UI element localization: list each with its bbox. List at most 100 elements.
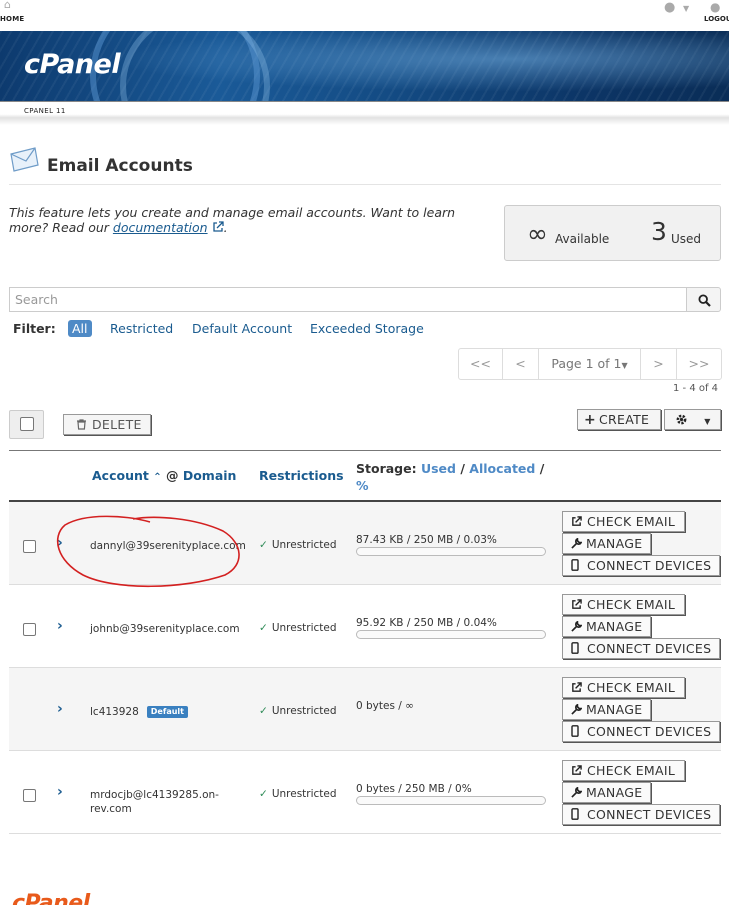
- account-name: johnb@39serenityplace.com: [90, 622, 240, 636]
- at-sign: @: [165, 468, 179, 483]
- sort-percent[interactable]: %: [356, 478, 369, 493]
- restrictions-header[interactable]: Restrictions: [259, 468, 344, 483]
- row-checkbox[interactable]: [23, 789, 36, 802]
- connect-devices-button[interactable]: CONNECT DEVICES: [562, 638, 720, 659]
- check-email-button[interactable]: CHECK EMAIL: [562, 677, 685, 698]
- manage-label: MANAGE: [586, 619, 643, 634]
- separator: /: [539, 461, 545, 476]
- house-icon[interactable]: ⌂: [4, 0, 16, 10]
- table-row: › lc413928 Default ✓ Unrestricted 0 bytes / ∞…: [9, 668, 721, 751]
- restriction-text: Unrestricted: [271, 705, 337, 717]
- storage-progress-bar: [356, 630, 546, 639]
- row-checkbox[interactable]: [23, 540, 36, 553]
- documentation-link[interactable]: documentation: [113, 220, 208, 235]
- table-row: › mrdocjb@lc4139285.on-rev.com ✓ Unrestrict…: [9, 751, 721, 834]
- used-value: 3: [651, 217, 667, 246]
- home-link[interactable]: HOME: [0, 15, 24, 23]
- manage-label: MANAGE: [586, 702, 643, 717]
- table-row: › johnb@39serenityplace.com ✓ Unrestricted 9…: [9, 585, 721, 668]
- intro-body: This feature lets you create and manage …: [9, 205, 456, 235]
- manage-label: MANAGE: [586, 785, 643, 800]
- connect-devices-label: CONNECT DEVICES: [587, 558, 712, 573]
- filter-exceeded-storage[interactable]: Exceeded Storage: [310, 321, 424, 336]
- manage-button[interactable]: MANAGE: [562, 699, 651, 720]
- account-text: lc413928: [90, 706, 139, 718]
- caret-down-icon: ▼: [621, 361, 628, 370]
- sort-allocated[interactable]: Allocated: [469, 461, 535, 476]
- manage-button[interactable]: MANAGE: [562, 782, 651, 803]
- available-value: ∞: [527, 219, 548, 248]
- logout-icon[interactable]: ●: [710, 0, 720, 14]
- expand-chevron-icon[interactable]: ›: [57, 701, 63, 717]
- check-email-label: CHECK EMAIL: [587, 763, 676, 778]
- logout-link[interactable]: LOGOU: [704, 15, 729, 23]
- manage-button[interactable]: MANAGE: [562, 616, 651, 637]
- select-all-checkbox[interactable]: [9, 410, 44, 439]
- mobile-device-icon: [571, 725, 579, 737]
- sort-used[interactable]: Used: [421, 461, 456, 476]
- first-page-button[interactable]: <<: [459, 349, 503, 379]
- chevron-down-icon[interactable]: ▼: [683, 4, 689, 13]
- header-banner: cPanel: [0, 31, 729, 101]
- check-email-button[interactable]: CHECK EMAIL: [562, 511, 685, 532]
- storage-text: 0 bytes / ∞: [356, 700, 414, 712]
- version-bar: CPANEL 11: [0, 101, 729, 125]
- check-email-label: CHECK EMAIL: [587, 680, 676, 695]
- row-checkbox[interactable]: [23, 623, 36, 636]
- check-icon: ✓: [259, 539, 268, 551]
- delete-label: DELETE: [92, 417, 142, 432]
- storage-text: 0 bytes / 250 MB / 0%: [356, 783, 472, 795]
- envelope-icon: [10, 147, 39, 172]
- check-email-button[interactable]: CHECK EMAIL: [562, 760, 685, 781]
- check-email-label: CHECK EMAIL: [587, 514, 676, 529]
- restriction-status: ✓ Unrestricted: [259, 788, 337, 800]
- checkbox[interactable]: [20, 417, 34, 431]
- connect-devices-button[interactable]: CONNECT DEVICES: [562, 804, 720, 825]
- mobile-device-icon: [571, 559, 579, 571]
- delete-button[interactable]: DELETE: [63, 414, 151, 435]
- gear-icon: [676, 414, 687, 425]
- wrench-icon: [571, 537, 583, 549]
- default-badge: Default: [146, 706, 188, 718]
- caret-down-icon: ▼: [704, 417, 711, 426]
- expand-chevron-icon[interactable]: ›: [57, 784, 63, 800]
- create-button[interactable]: + CREATE: [577, 409, 661, 430]
- filter-default-account[interactable]: Default Account: [192, 321, 292, 336]
- create-label: CREATE: [599, 412, 650, 427]
- connect-devices-button[interactable]: CONNECT DEVICES: [562, 721, 720, 742]
- search-input[interactable]: [9, 287, 687, 312]
- mobile-device-icon: [571, 642, 579, 654]
- next-page-button[interactable]: >: [641, 349, 677, 379]
- annotation-circle: [56, 515, 240, 588]
- page-select[interactable]: Page 1 of 1▼: [539, 349, 641, 379]
- pagination: << < Page 1 of 1▼ > >>: [458, 348, 722, 380]
- settings-menu-button[interactable]: ▼: [664, 409, 721, 430]
- prev-page-button[interactable]: <: [503, 349, 539, 379]
- connect-devices-label: CONNECT DEVICES: [587, 807, 712, 822]
- intro-end: .: [223, 220, 228, 235]
- external-link-icon: [572, 765, 582, 775]
- restriction-text: Unrestricted: [271, 539, 337, 551]
- cpanel-logo[interactable]: cPanel: [24, 49, 121, 80]
- user-icon[interactable]: ●: [664, 1, 675, 14]
- filter-all[interactable]: All: [68, 320, 92, 337]
- connect-devices-button[interactable]: CONNECT DEVICES: [562, 555, 720, 576]
- restriction-status: ✓ Unrestricted: [259, 622, 337, 634]
- last-page-button[interactable]: >>: [677, 349, 721, 379]
- range-text: 1 - 4 of 4: [673, 383, 719, 394]
- account-domain-header[interactable]: Account ⌃ @ Domain: [92, 468, 236, 483]
- plus-icon: +: [584, 412, 597, 428]
- connect-devices-label: CONNECT DEVICES: [587, 641, 712, 656]
- account-header[interactable]: Account: [92, 468, 149, 483]
- intro-text: This feature lets you create and manage …: [9, 205, 459, 235]
- external-link-icon[interactable]: [212, 221, 224, 233]
- search-button[interactable]: [686, 287, 721, 312]
- expand-chevron-icon[interactable]: ›: [57, 618, 63, 634]
- account-text: mrdocjb@lc4139285.on-rev.com: [90, 789, 219, 815]
- domain-header[interactable]: Domain: [183, 468, 237, 483]
- manage-button[interactable]: MANAGE: [562, 533, 651, 554]
- check-email-button[interactable]: CHECK EMAIL: [562, 594, 685, 615]
- filter-label: Filter:: [13, 321, 56, 336]
- filter-restricted[interactable]: Restricted: [110, 321, 173, 336]
- used-label: Used: [671, 232, 702, 246]
